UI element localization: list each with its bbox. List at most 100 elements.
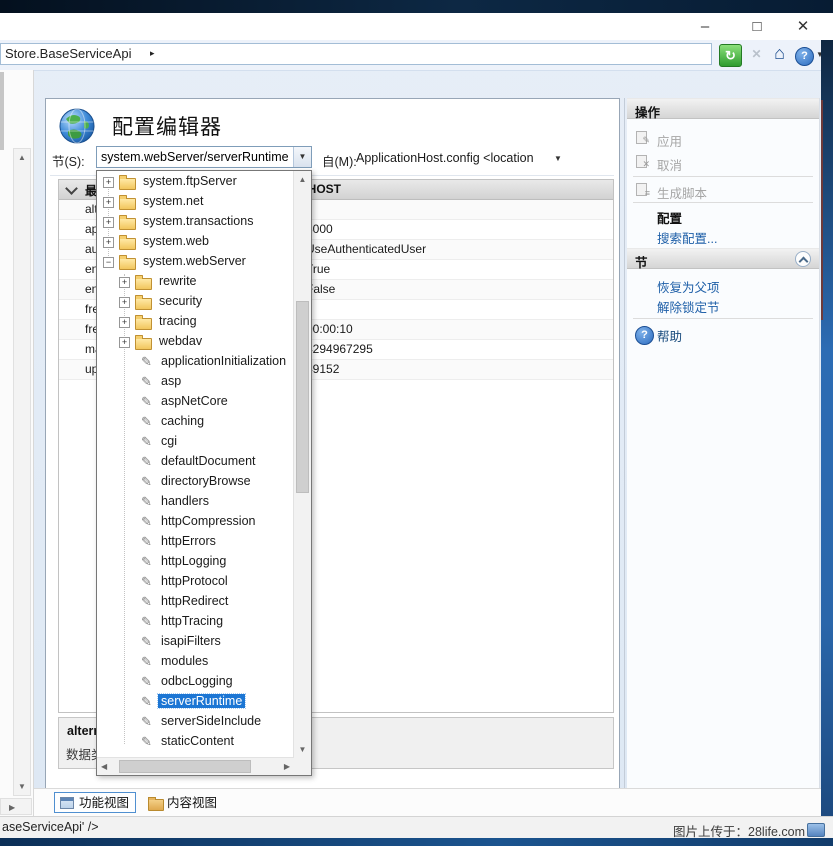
tree-item-label[interactable]: directoryBrowse [161,474,251,488]
tree-item-httpProtocol[interactable]: ✎httpProtocol [97,572,294,592]
breadcrumb[interactable]: Store.BaseServiceApi [0,43,712,65]
expand-icon[interactable]: + [119,297,130,308]
section-combobox[interactable]: system.webServer/serverRuntime ▼ [96,146,312,168]
tree-item-serverRuntime[interactable]: ✎serverRuntime [97,692,294,712]
tree-item-httpLogging[interactable]: ✎httpLogging [97,552,294,572]
maximize-button[interactable]: □ [742,16,772,37]
tree-item-httpCompression[interactable]: ✎httpCompression [97,512,294,532]
scroll-up-icon[interactable]: ▲ [14,153,30,162]
tree-item-caching[interactable]: ✎caching [97,412,294,432]
search-config-link[interactable]: 搜索配置... [657,228,717,247]
tree-item-label[interactable]: tracing [159,314,197,328]
tree-item-httpRedirect[interactable]: ✎httpRedirect [97,592,294,612]
tree-item-label[interactable]: httpCompression [161,514,256,528]
tree-item-label[interactable]: modules [161,654,208,668]
help-link[interactable]: 帮助 [657,326,682,345]
tree-item-httpTracing[interactable]: ✎httpTracing [97,612,294,632]
tab-features-view[interactable]: 功能视图 [54,792,136,813]
tree-item-system.webServer[interactable]: − system.webServer [97,252,294,272]
tree-item-label[interactable]: handlers [161,494,209,508]
tree-item-label[interactable]: staticContent [161,734,234,748]
expand-icon[interactable]: + [103,177,114,188]
tree-item-cgi[interactable]: ✎cgi [97,432,294,452]
collapse-chevron-icon[interactable] [65,182,78,195]
tree-item-modules[interactable]: ✎modules [97,652,294,672]
tree-item-applicationInitialization[interactable]: ✎applicationInitialization [97,352,294,372]
expand-icon[interactable]: + [119,337,130,348]
tree-item-directoryBrowse[interactable]: ✎directoryBrowse [97,472,294,492]
tree-item-webdav[interactable]: + webdav [97,332,294,352]
tree-item-handlers[interactable]: ✎handlers [97,492,294,512]
tree-item-asp[interactable]: ✎asp [97,372,294,392]
connections-horizontal-scrollbar[interactable]: ▶ [0,798,32,815]
tree-item-label[interactable]: aspNetCore [161,394,228,408]
collapse-section-button[interactable] [795,251,811,267]
tree-item-label[interactable]: rewrite [159,274,197,288]
tree-item-label[interactable]: system.ftpServer [143,174,237,188]
unlock-section-link[interactable]: 解除锁定节 [657,297,720,316]
tree-item-label[interactable]: cgi [161,434,177,448]
chevron-down-icon[interactable]: ▼ [554,154,562,163]
from-combobox[interactable]: ApplicationHost.config <location [356,151,534,165]
dropdown-horizontal-scrollbar[interactable]: ◀ ▶ [97,757,294,775]
tree-item-label[interactable]: system.net [143,194,203,208]
minimize-button[interactable]: – [690,16,720,37]
connections-vertical-scrollbar[interactable]: ▲ ▼ [13,148,31,796]
scrollbar-thumb[interactable] [119,760,251,773]
tree-item-label[interactable]: httpTracing [161,614,223,628]
expand-icon[interactable]: + [103,237,114,248]
refresh-icon[interactable]: ↻ [719,44,742,67]
tree-item-label[interactable]: defaultDocument [161,454,256,468]
tree-item-label[interactable]: httpLogging [161,554,226,568]
tree-item-system.web[interactable]: + system.web [97,232,294,252]
tree-item-label[interactable]: webdav [159,334,202,348]
tree-item-tracing[interactable]: + tracing [97,312,294,332]
tree-item-label[interactable]: system.web [143,234,209,248]
dropdown-vertical-scrollbar[interactable]: ▲ ▼ [293,171,311,758]
scroll-down-icon[interactable]: ▼ [294,745,311,754]
tree-item-label[interactable]: applicationInitialization [161,354,286,368]
tree-item-label[interactable]: serverRuntime [158,694,245,708]
tree-item-odbcLogging[interactable]: ✎odbcLogging [97,672,294,692]
scroll-down-icon[interactable]: ▼ [14,782,30,791]
close-button[interactable]: ✕ [788,16,818,37]
chevron-down-icon[interactable]: ▼ [293,147,311,167]
scroll-right-icon[interactable]: ▶ [9,803,15,812]
expand-icon[interactable]: + [103,217,114,228]
tree-item-system.ftpServer[interactable]: + system.ftpServer [97,172,294,192]
help-icon[interactable]: ? [795,47,814,66]
grid-cell-value[interactable]: 4294967295 [306,342,373,356]
breadcrumb-arrow-icon[interactable]: ▸ [150,48,155,59]
tree-item-label[interactable]: caching [161,414,204,428]
tree-item-serverSideInclude[interactable]: ✎serverSideInclude [97,712,294,732]
tree-item-isapiFilters[interactable]: ✎isapiFilters [97,632,294,652]
expand-icon[interactable]: + [103,197,114,208]
collapse-icon[interactable]: − [103,257,114,268]
tree-item-system.net[interactable]: + system.net [97,192,294,212]
tree-item-label[interactable]: system.transactions [143,214,253,228]
tree-item-label[interactable]: serverSideInclude [161,714,261,728]
tree-item-defaultDocument[interactable]: ✎defaultDocument [97,452,294,472]
grid-cell-value[interactable]: 00:00:10 [306,322,353,336]
grid-cell-value[interactable]: UseAuthenticatedUser [306,242,426,256]
scroll-left-icon[interactable]: ◀ [101,762,107,771]
revert-to-parent-link[interactable]: 恢复为父项 [657,277,720,296]
expand-icon[interactable]: + [119,277,130,288]
tree-item-system.transactions[interactable]: + system.transactions [97,212,294,232]
scroll-up-icon[interactable]: ▲ [294,175,311,184]
tree-item-label[interactable]: security [159,294,202,308]
tree-item-label[interactable]: httpProtocol [161,574,228,588]
home-icon[interactable]: ⌂ [769,44,790,65]
expand-icon[interactable]: + [119,317,130,328]
tree-item-label[interactable]: asp [161,374,181,388]
tree-item-label[interactable]: system.webServer [143,254,246,268]
tree-item-security[interactable]: + security [97,292,294,312]
scroll-right-icon[interactable]: ▶ [284,762,290,771]
tree-item-rewrite[interactable]: + rewrite [97,272,294,292]
tree-item-label[interactable]: httpErrors [161,534,216,548]
tree-item-label[interactable]: httpRedirect [161,594,228,608]
tree-item-aspNetCore[interactable]: ✎aspNetCore [97,392,294,412]
tree-item-httpErrors[interactable]: ✎httpErrors [97,532,294,552]
tree-item-label[interactable]: odbcLogging [161,674,233,688]
tab-content-view[interactable]: 内容视图 [142,792,224,813]
